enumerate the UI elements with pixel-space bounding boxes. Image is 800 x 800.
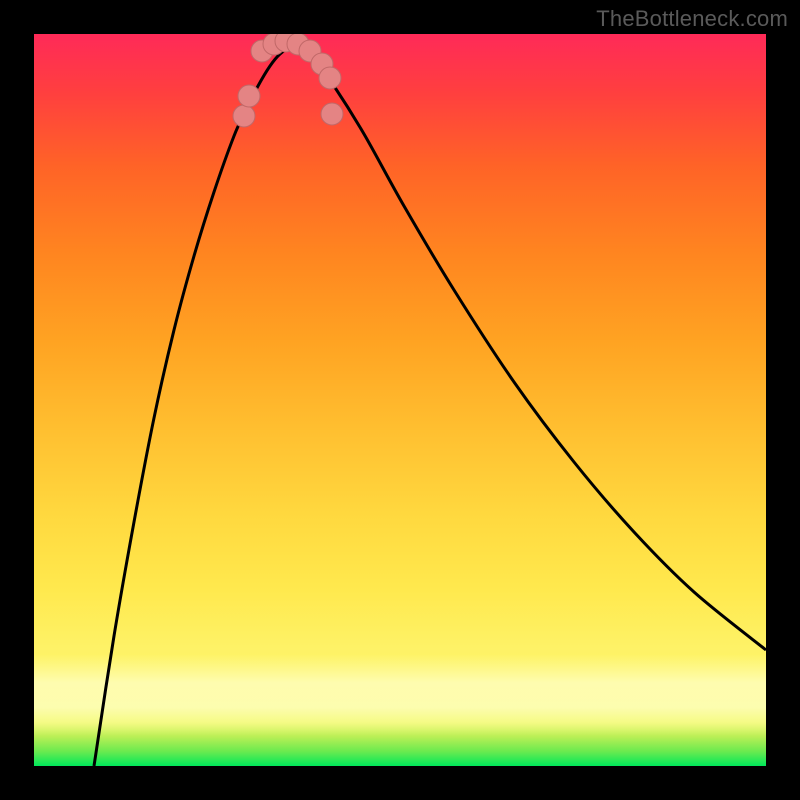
data-dot [321, 103, 343, 125]
curve-layer [34, 34, 766, 766]
plot-area [34, 34, 766, 766]
bottleneck-curve [94, 48, 766, 766]
data-dot [238, 85, 260, 107]
watermark-text: TheBottleneck.com [596, 6, 788, 32]
outer-frame: TheBottleneck.com [0, 0, 800, 800]
data-dot [233, 105, 255, 127]
curve-dots [233, 34, 343, 127]
data-dot [319, 67, 341, 89]
